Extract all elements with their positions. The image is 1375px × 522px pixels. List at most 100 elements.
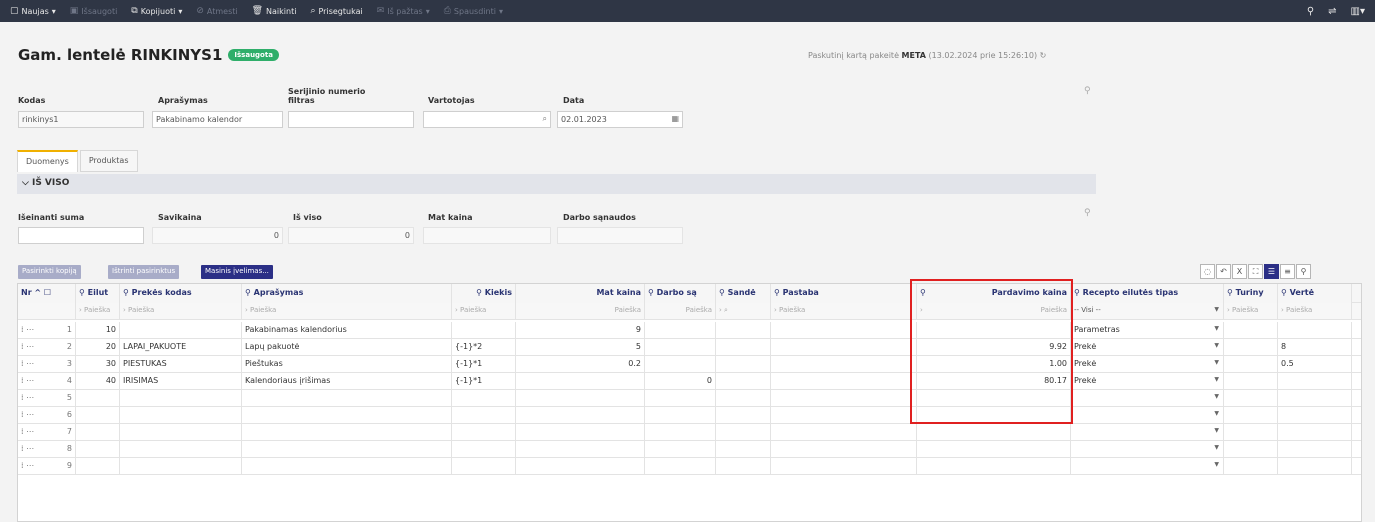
kodas-field[interactable]: rinkinys1 — [18, 111, 144, 128]
cell-pastaba[interactable] — [771, 407, 917, 424]
row-menu-icon[interactable]: ⁞ ⋯ — [21, 359, 34, 368]
chevron-down-icon[interactable]: ▼ — [1214, 376, 1219, 383]
col-aprasymas[interactable]: ⚲ Aprašymas — [242, 284, 452, 303]
cell-row-handle[interactable]: ⁞ ⋯ 2 — [18, 339, 76, 356]
table-row[interactable]: ⁞ ⋯ 6 ▼ — [18, 407, 1361, 424]
row-menu-icon[interactable]: ⁞ ⋯ — [21, 410, 34, 419]
cell-verte[interactable]: 0.5 — [1278, 356, 1352, 373]
pin-icon[interactable]: ⚲ — [1084, 86, 1091, 96]
row-menu-icon[interactable]: ⁞ ⋯ — [21, 393, 34, 402]
cell-sande[interactable] — [716, 373, 771, 390]
cell-mat-kaina[interactable]: 5 — [516, 339, 645, 356]
cell-kiekis[interactable]: {-1}*1 — [452, 356, 516, 373]
cell-row-handle[interactable]: ⁞ ⋯ 5 — [18, 390, 76, 407]
cell-eilut[interactable] — [76, 424, 120, 441]
cell-darbo[interactable] — [645, 322, 716, 339]
chevron-down-icon[interactable]: ▼ — [1214, 393, 1219, 400]
table-row[interactable]: ⁞ ⋯ 8 ▼ — [18, 441, 1361, 458]
cell-pastaba[interactable] — [771, 390, 917, 407]
table-row[interactable]: ⁞ ⋯ 7 ▼ — [18, 424, 1361, 441]
cell-row-handle[interactable]: ⁞ ⋯ 4 — [18, 373, 76, 390]
table-row[interactable]: ⁞ ⋯ 4 40 IRISIMAS Kalendoriaus įrišimas {-1}*… — [18, 373, 1361, 390]
cell-kiekis[interactable] — [452, 390, 516, 407]
mail-button[interactable]: ✉ Iš pažtas ▾ — [377, 6, 430, 16]
cell-darbo[interactable] — [645, 424, 716, 441]
settings-icon[interactable]: ⇌ — [1328, 6, 1336, 17]
cell-prekes-kodas[interactable] — [120, 458, 242, 475]
cell-verte[interactable] — [1278, 424, 1352, 441]
chevron-down-icon[interactable]: ▼ — [1214, 342, 1219, 349]
save-button[interactable]: ▣ Išsaugoti — [70, 6, 118, 16]
serijinio-field[interactable] — [288, 111, 414, 128]
col-recepto-tipas[interactable]: ⚲ Recepto eilutės tipas — [1071, 284, 1224, 303]
calendar-icon[interactable]: ▦ — [671, 114, 679, 123]
cell-kiekis[interactable]: {-1}*1 — [452, 373, 516, 390]
cell-pastaba[interactable] — [771, 441, 917, 458]
compact-view-icon[interactable]: ☰ — [1264, 264, 1279, 279]
layout-icon[interactable]: ▥▾ — [1351, 6, 1365, 17]
cell-row-handle[interactable]: ⁞ ⋯ 1 — [18, 322, 76, 339]
cell-kiekis[interactable] — [452, 441, 516, 458]
cell-eilut[interactable]: 40 — [76, 373, 120, 390]
cell-eilut[interactable]: 30 — [76, 356, 120, 373]
filter-mat-kaina[interactable]: Paieška — [516, 303, 645, 320]
col-sande[interactable]: ⚲ Sandė — [716, 284, 771, 303]
cell-row-handle[interactable]: ⁞ ⋯ 3 — [18, 356, 76, 373]
tab-produktas[interactable]: Produktas — [79, 150, 138, 172]
cell-prekes-kodas[interactable]: LAPAI_PAKUOTE — [120, 339, 242, 356]
cell-sande[interactable] — [716, 390, 771, 407]
filter-sande[interactable]: › ⌕ — [716, 303, 771, 320]
cell-darbo[interactable] — [645, 356, 716, 373]
cell-row-handle[interactable]: ⁞ ⋯ 9 — [18, 458, 76, 475]
cell-kiekis[interactable] — [452, 407, 516, 424]
col-eilut[interactable]: ⚲ Eilut — [76, 284, 120, 303]
row-menu-icon[interactable]: ⁞ ⋯ — [21, 444, 34, 453]
row-menu-icon[interactable]: ⁞ ⋯ — [21, 461, 34, 470]
cell-pastaba[interactable] — [771, 373, 917, 390]
table-row[interactable]: ⁞ ⋯ 2 20 LAPAI_PAKUOTE Lapų pakuotė {-1}*2 5 9.… — [18, 339, 1361, 356]
cell-mat-kaina[interactable] — [516, 441, 645, 458]
refresh-icon[interactable]: ◌ — [1200, 264, 1215, 279]
cell-aprasymas[interactable] — [242, 390, 452, 407]
list-view-icon[interactable]: ≡ — [1280, 264, 1295, 279]
chevron-down-icon[interactable]: ▼ — [1214, 325, 1219, 332]
cell-verte[interactable] — [1278, 322, 1352, 339]
cell-aprasymas[interactable]: Pieštukas — [242, 356, 452, 373]
cell-kiekis[interactable] — [452, 424, 516, 441]
chevron-down-icon[interactable]: ▼ — [1214, 410, 1219, 417]
excel-icon[interactable]: X — [1232, 264, 1247, 279]
cell-sande[interactable] — [716, 441, 771, 458]
filter-prekes-kodas[interactable]: › Paieška — [120, 303, 242, 320]
filter-eilut[interactable]: › Paieška — [76, 303, 120, 320]
table-row[interactable]: ⁞ ⋯ 3 30 PIESTUKAS Pieštukas {-1}*1 0.2 1.00 Pre… — [18, 356, 1361, 373]
cell-darbo[interactable] — [645, 339, 716, 356]
cell-prekes-kodas[interactable]: IRISIMAS — [120, 373, 242, 390]
table-row[interactable]: ⁞ ⋯ 5 ▼ — [18, 390, 1361, 407]
cell-darbo[interactable] — [645, 390, 716, 407]
cell-sande[interactable] — [716, 458, 771, 475]
col-pastaba[interactable]: ⚲ Pastaba — [771, 284, 917, 303]
cell-mat-kaina[interactable] — [516, 407, 645, 424]
col-darbo[interactable]: ⚲ Darbo są — [645, 284, 716, 303]
cell-pastaba[interactable] — [771, 424, 917, 441]
cell-turiny[interactable] — [1224, 373, 1278, 390]
cell-turiny[interactable] — [1224, 390, 1278, 407]
cell-eilut[interactable] — [76, 407, 120, 424]
attachments-button[interactable]: ⌕ Prisegtukai — [310, 6, 362, 16]
undo-icon[interactable]: ↶ — [1216, 264, 1231, 279]
cell-aprasymas[interactable]: Pakabinamas kalendorius — [242, 322, 452, 339]
cell-mat-kaina[interactable] — [516, 390, 645, 407]
pin-icon[interactable]: ⚲ — [1296, 264, 1311, 279]
cell-recepto-tipas[interactable]: Prekė ▼ — [1071, 356, 1224, 373]
row-menu-icon[interactable]: ⁞ ⋯ — [21, 342, 34, 351]
cell-verte[interactable] — [1278, 390, 1352, 407]
cell-sande[interactable] — [716, 407, 771, 424]
filter-kiekis[interactable]: › Paieška — [452, 303, 516, 320]
cell-mat-kaina[interactable]: 9 — [516, 322, 645, 339]
copy-button[interactable]: ⧉ Kopijuoti ▾ — [131, 6, 182, 16]
cell-turiny[interactable] — [1224, 407, 1278, 424]
cell-kiekis[interactable] — [452, 458, 516, 475]
select-copy-button[interactable]: Pasirinkti kopiją — [18, 265, 81, 279]
pin-icon[interactable]: ⚲ — [1084, 208, 1091, 218]
cell-mat-kaina[interactable] — [516, 424, 645, 441]
